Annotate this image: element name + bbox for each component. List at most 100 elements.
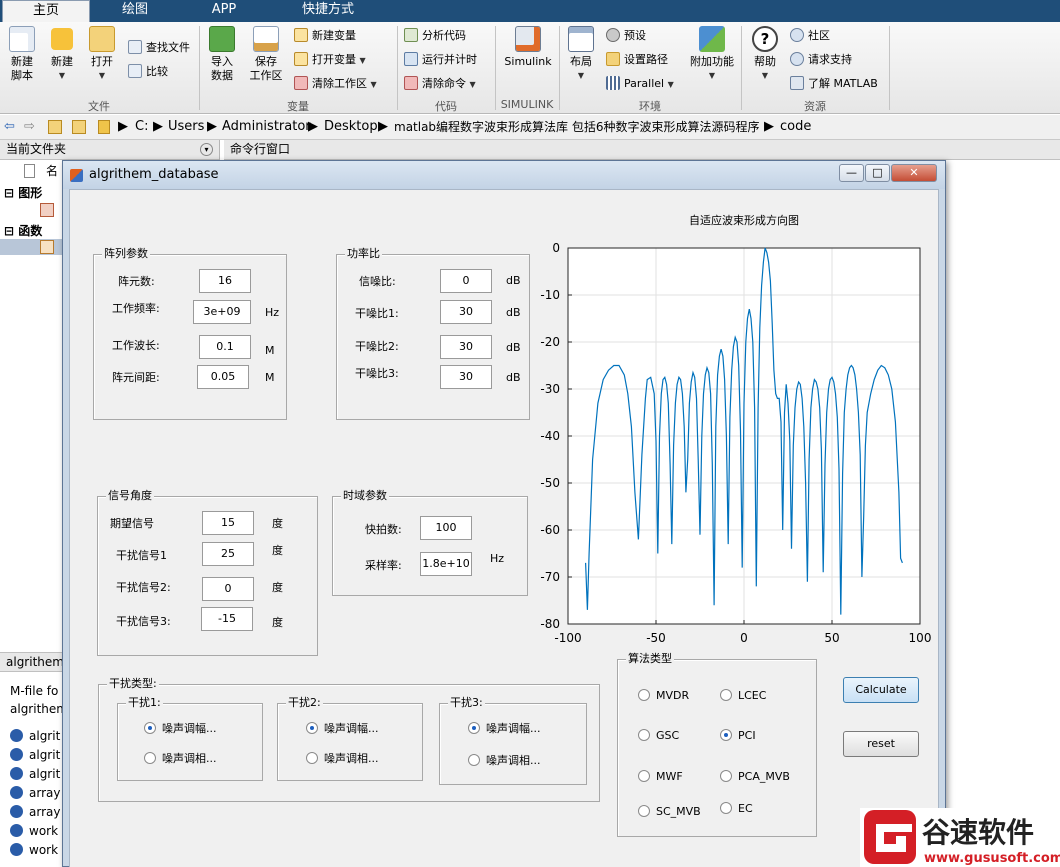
parallel-button[interactable]: Parallel ▼ [606, 75, 674, 93]
list-item[interactable]: algrit [10, 727, 60, 746]
list-item[interactable]: algrit [10, 746, 60, 765]
new-script-button[interactable]: 新建 脚本 [4, 26, 40, 83]
open-variable-icon [294, 52, 308, 66]
breadcrumb-item[interactable]: C: [135, 115, 148, 139]
reset-button[interactable]: reset [843, 731, 919, 757]
new-variable-button[interactable]: 新建变量 [294, 27, 356, 45]
interference3-angle-input[interactable]: -15 [201, 607, 253, 631]
breadcrumb-item[interactable]: Desktop [324, 115, 378, 139]
list-item[interactable]: array [10, 784, 60, 803]
run-and-time-button[interactable]: 运行并计时 [404, 51, 477, 69]
tab-plots[interactable]: 绘图 [92, 0, 178, 22]
tree-group-figures[interactable]: ⊟ 图形 [4, 184, 42, 202]
list-item[interactable]: work [10, 822, 60, 841]
breadcrumb-item[interactable]: code [780, 115, 811, 139]
interference-type-panel: 干扰类型: 干扰1: 噪声调幅... 噪声调相... 干扰2: 噪声调幅... … [98, 677, 600, 802]
tree-group-functions[interactable]: ⊟ 函数 [4, 222, 42, 240]
panel-menu-icon[interactable]: ▾ [200, 143, 213, 156]
find-files-button[interactable]: 查找文件 [128, 39, 190, 57]
compare-button[interactable]: 比较 [128, 63, 168, 81]
algorithm-option-pci[interactable]: PCI [720, 729, 756, 743]
algorithm-option-pca-mvb[interactable]: PCA_MVB [720, 770, 790, 784]
close-button[interactable]: ✕ [891, 164, 937, 182]
breadcrumb-item[interactable]: Users [168, 115, 204, 139]
element-count-input[interactable]: 16 [199, 269, 251, 293]
inr3-input[interactable]: 30 [440, 365, 492, 389]
clear-commands-button[interactable]: 清除命令 ▼ [404, 75, 476, 93]
interference1-group: 干扰1: 噪声调幅... 噪声调相... [117, 696, 263, 781]
open-variable-button[interactable]: 打开变量 ▼ [294, 51, 366, 69]
tab-apps[interactable]: APP [180, 0, 268, 22]
param-label: 干噪比2: [355, 340, 399, 353]
fig-file-icon[interactable] [40, 203, 54, 217]
forward-arrow-icon[interactable]: ⇨ [24, 115, 35, 139]
new-dropdown-icon: ▼ [58, 71, 66, 80]
y-tick-label: -80 [540, 617, 560, 631]
svg-text:谷速软件: 谷速软件 [922, 816, 1034, 849]
analyze-code-button[interactable]: 分析代码 [404, 27, 466, 45]
list-item[interactable]: array [10, 803, 60, 822]
sample-rate-input[interactable]: 1.8e+10 [420, 552, 472, 576]
param-label: 采样率: [365, 559, 402, 572]
param-label: 干噪比3: [355, 367, 399, 380]
layout-button[interactable]: 布局 ▼ [564, 26, 598, 83]
interference1-am-radio[interactable]: 噪声调幅... [144, 722, 217, 736]
inr1-input[interactable]: 30 [440, 300, 492, 324]
tab-home[interactable]: 主页 [2, 0, 90, 22]
algorithm-option-ec[interactable]: EC [720, 802, 753, 816]
x-tick-label: 100 [909, 631, 932, 645]
frequency-input[interactable]: 3e+09 [193, 300, 251, 324]
run-and-time-icon [404, 52, 418, 66]
open-button[interactable]: 打开 ▼ [84, 26, 120, 83]
up-folder-icon[interactable] [48, 120, 62, 134]
new-button[interactable]: 新建 ▼ [44, 26, 80, 83]
save-workspace-button[interactable]: 保存 工作区 [246, 26, 286, 83]
radio-selected-icon [720, 729, 732, 741]
interference1-pm-radio[interactable]: 噪声调相... [144, 752, 217, 766]
community-button[interactable]: 社区 [790, 27, 830, 45]
snapshots-input[interactable]: 100 [420, 516, 472, 540]
interference2-angle-input[interactable]: 0 [202, 577, 254, 601]
preferences-button[interactable]: 预设 [606, 27, 646, 45]
help-button[interactable]: ? 帮助 ▼ [748, 26, 782, 83]
back-arrow-icon[interactable]: ⇦ [4, 115, 15, 139]
list-item[interactable]: work [10, 841, 60, 860]
group-title: 干扰2: [286, 696, 323, 710]
wavelength-input[interactable]: 0.1 [199, 335, 251, 359]
learn-matlab-button[interactable]: 了解 MATLAB [790, 75, 878, 93]
algorithm-option-sc-mvb[interactable]: SC_MVB [638, 805, 701, 819]
request-support-button[interactable]: 请求支持 [790, 51, 852, 69]
desired-angle-input[interactable]: 15 [202, 511, 254, 535]
algorithm-option-lcec[interactable]: LCEC [720, 689, 766, 703]
browse-folder-icon[interactable] [72, 120, 86, 134]
matlab-logo-icon [70, 169, 83, 182]
element-spacing-input[interactable]: 0.05 [197, 365, 249, 389]
interference1-angle-input[interactable]: 25 [202, 542, 254, 566]
list-item[interactable]: algrit [10, 765, 60, 784]
algorithm-option-gsc[interactable]: GSC [638, 729, 679, 743]
clear-workspace-button[interactable]: 清除工作区 ▼ [294, 75, 377, 93]
algorithm-option-mvdr[interactable]: MVDR [638, 689, 689, 703]
interference3-group: 干扰3: 噪声调幅... 噪声调相... [439, 696, 587, 785]
import-data-button[interactable]: 导入 数据 [204, 26, 240, 83]
breadcrumb-item[interactable]: Administrator [222, 115, 311, 139]
interference2-pm-radio[interactable]: 噪声调相... [306, 752, 379, 766]
simulink-button[interactable]: Simulink [500, 26, 556, 69]
clear-commands-icon [404, 76, 418, 90]
maximize-button[interactable]: □ [865, 164, 890, 182]
minimize-button[interactable]: — [839, 164, 864, 182]
algorithm-option-mwf[interactable]: MWF [638, 770, 683, 784]
figure-title-bar[interactable]: algrithem_database [63, 161, 945, 189]
set-path-button[interactable]: 设置路径 [606, 51, 668, 69]
interference3-pm-radio[interactable]: 噪声调相... [468, 754, 541, 768]
inr2-input[interactable]: 30 [440, 335, 492, 359]
signal-angle-panel: 信号角度 期望信号 15 度 干扰信号1 25 度 干扰信号2: 0 度 干扰信… [97, 489, 318, 656]
new-label: 新建 [51, 55, 73, 68]
breadcrumb-item[interactable]: matlab编程数字波束形成算法库 包括6种数字波束形成算法源码程序 [394, 115, 760, 139]
calculate-button[interactable]: Calculate [843, 677, 919, 703]
interference3-am-radio[interactable]: 噪声调幅... [468, 722, 541, 736]
add-ons-button[interactable]: 附加功能 ▼ [688, 26, 736, 83]
tab-shortcuts[interactable]: 快捷方式 [270, 0, 386, 22]
snr-input[interactable]: 0 [440, 269, 492, 293]
interference2-am-radio[interactable]: 噪声调幅... [306, 722, 379, 736]
